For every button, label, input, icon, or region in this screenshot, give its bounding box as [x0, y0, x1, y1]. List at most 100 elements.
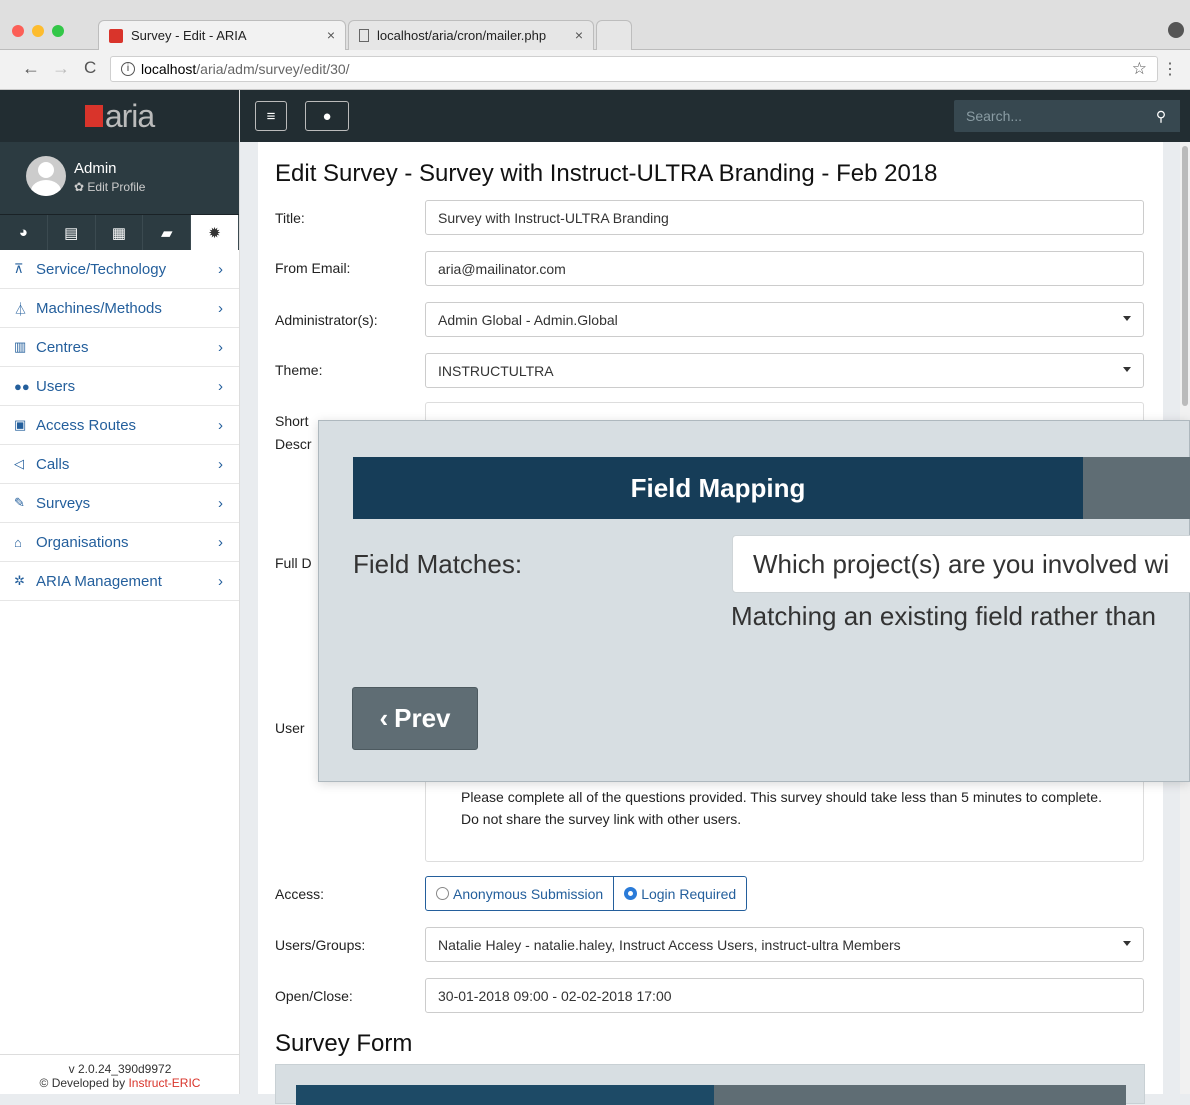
from-email-value: aria@mailinator.com [438, 260, 566, 277]
radio-unchecked-icon [436, 887, 449, 900]
money-icon: ▣ [14, 417, 27, 432]
tab-title: localhost/aria/cron/mailer.php [377, 28, 547, 43]
administrators-select[interactable]: Admin Global - Admin.Global [425, 302, 1144, 337]
administrators-value: Admin Global - Admin.Global [438, 311, 618, 328]
sidebar: aria Admin ✿ Edit Profile ◕ ▤ ▦ ▰ ✹ ⊼ Ser… [0, 90, 240, 1094]
search-input[interactable]: Search... [954, 100, 1142, 132]
chevron-right-icon: › [218, 494, 223, 512]
logo-text: aria [104, 97, 155, 134]
open-close-input[interactable]: 30-01-2018 09:00 - 02-02-2018 17:00 [425, 978, 1144, 1013]
chevron-right-icon: › [218, 533, 223, 551]
field-matches-select[interactable]: Which project(s) are you involved wi [732, 535, 1190, 593]
menu-toggle-button[interactable]: ≡ [255, 101, 287, 131]
field-matches-value: Which project(s) are you involved wi [753, 548, 1170, 579]
browser-tab-active[interactable]: Survey - Edit - ARIA × [98, 20, 346, 50]
bookmark-star-icon[interactable]: ☆ [1132, 59, 1147, 79]
sidebar-item-label: Access Routes [36, 416, 137, 434]
logo[interactable]: aria [0, 90, 239, 142]
close-tab-icon[interactable]: × [575, 27, 583, 43]
radio-checked-icon [624, 887, 638, 900]
minimize-window-button[interactable] [32, 25, 44, 37]
sidebar-item-calls[interactable]: ◁ Calls › [0, 445, 239, 484]
title-input[interactable]: Survey with Instruct-ULTRA Branding [425, 200, 1144, 235]
sidebar-item-label: Machines/Methods [36, 299, 162, 317]
chevron-down-icon [1123, 316, 1131, 321]
bullhorn-icon: ◁ [14, 456, 24, 471]
short-description-label: Short [275, 413, 309, 429]
browser-tab[interactable]: localhost/aria/cron/mailer.php × [348, 20, 594, 50]
page-title: Edit Survey - Survey with Instruct-ULTRA… [275, 160, 938, 187]
from-email-label: From Email: [275, 260, 351, 276]
forward-icon[interactable]: → [52, 58, 70, 79]
open-close-label: Open/Close: [275, 988, 353, 1004]
url-path: /aria/adm/survey/edit/30/ [196, 61, 350, 77]
sidebar-item-aria-management[interactable]: ✲ ARIA Management › [0, 562, 239, 601]
sidebar-item-service-technology[interactable]: ⊼ Service/Technology › [0, 250, 239, 289]
scrollbar-thumb[interactable] [1182, 146, 1188, 406]
browser-tab-strip: Survey - Edit - ARIA × localhost/aria/cr… [0, 0, 1190, 50]
field-mapping-panel: Field Mapping Field Matches: Which proje… [318, 420, 1190, 782]
users-icon: ●● [14, 378, 30, 394]
developed-by-text: © Developed by [39, 1076, 129, 1090]
instruct-eric-link[interactable]: Instruct-ERIC [128, 1076, 200, 1090]
prev-button[interactable]: ‹ Prev [352, 687, 478, 750]
user-instructions-label: User [275, 720, 305, 736]
login-required-option[interactable]: Login Required [613, 877, 746, 910]
search-button[interactable]: ⚲ [1142, 100, 1180, 132]
chevron-right-icon: › [218, 260, 223, 278]
field-mapping-title: Field Mapping [353, 457, 1083, 519]
users-groups-label: Users/Groups: [275, 937, 366, 953]
address-bar: ← → C i localhost/aria/adm/survey/edit/3… [0, 50, 1190, 90]
from-email-input[interactable]: aria@mailinator.com [425, 251, 1144, 286]
survey-form-heading: Survey Form [275, 1030, 413, 1057]
anonymous-submission-option[interactable]: Anonymous Submission [426, 877, 613, 910]
short-description-label-cont: Descr [275, 436, 312, 452]
sidebar-item-organisations[interactable]: ⌂ Organisations › [0, 523, 239, 562]
archive-icon[interactable]: ▤ [48, 215, 96, 250]
chevron-left-icon: ‹ [379, 703, 389, 733]
maximize-window-button[interactable] [52, 25, 64, 37]
sidebar-item-label: Organisations [36, 533, 129, 551]
avatar [26, 156, 66, 196]
survey-form-header-bar [296, 1085, 1126, 1105]
close-tab-icon[interactable]: × [327, 27, 335, 43]
sidebar-item-label: Centres [36, 338, 89, 356]
url-host: localhost [141, 61, 197, 77]
edit-profile-link[interactable]: ✿ Edit Profile [74, 180, 145, 194]
close-window-button[interactable] [12, 25, 24, 37]
url-input[interactable]: i localhost/aria/adm/survey/edit/30/ ☆ [110, 56, 1158, 82]
back-icon[interactable]: ← [22, 58, 40, 79]
title-label: Title: [275, 210, 305, 226]
book-icon[interactable]: ▰ [143, 215, 192, 250]
building-icon[interactable]: ▦ [96, 215, 144, 250]
dashboard-icon[interactable]: ◕ [0, 215, 48, 250]
users-groups-value: Natalie Haley - natalie.haley, Instruct … [438, 936, 901, 953]
institution-icon: ⌂ [14, 534, 22, 550]
sidebar-menu: ⊼ Service/Technology › ⏃ Machines/Methods › … [0, 250, 239, 601]
sidebar-item-label: ARIA Management [36, 572, 162, 590]
theme-select[interactable]: INSTRUCTULTRA [425, 353, 1144, 388]
sidebar-item-machines-methods[interactable]: ⏃ Machines/Methods › [0, 289, 239, 328]
theme-value: INSTRUCTULTRA [438, 362, 554, 379]
flask-icon: ⏃ [14, 301, 28, 317]
menu-kebab-icon[interactable]: ⋮ [1162, 59, 1178, 79]
edit-profile-label: Edit Profile [87, 180, 146, 194]
field-matches-help-text: Matching an existing field rather than [731, 601, 1156, 631]
chat-button[interactable]: ● [305, 101, 349, 131]
hamburger-icon: ≡ [266, 107, 276, 125]
settings-gear-icon[interactable]: ✹ [191, 215, 239, 250]
sidebar-item-users[interactable]: ●● Users › [0, 367, 239, 406]
users-groups-select[interactable]: Natalie Haley - natalie.haley, Instruct … [425, 927, 1144, 962]
sidebar-item-surveys[interactable]: ✎ Surveys › [0, 484, 239, 523]
chevron-down-icon [1123, 941, 1131, 946]
document-icon [359, 29, 369, 42]
chevron-right-icon: › [218, 416, 223, 434]
sidebar-item-access-routes[interactable]: ▣ Access Routes › [0, 406, 239, 445]
reload-icon[interactable]: C [84, 58, 96, 78]
profile-icon[interactable] [1168, 22, 1184, 38]
survey-form-header-active [296, 1085, 714, 1105]
chevron-down-icon [1123, 367, 1131, 372]
sidebar-item-centres[interactable]: ▥ Centres › [0, 328, 239, 367]
search-icon: ⚲ [1155, 107, 1167, 124]
new-tab-button[interactable] [596, 20, 632, 50]
